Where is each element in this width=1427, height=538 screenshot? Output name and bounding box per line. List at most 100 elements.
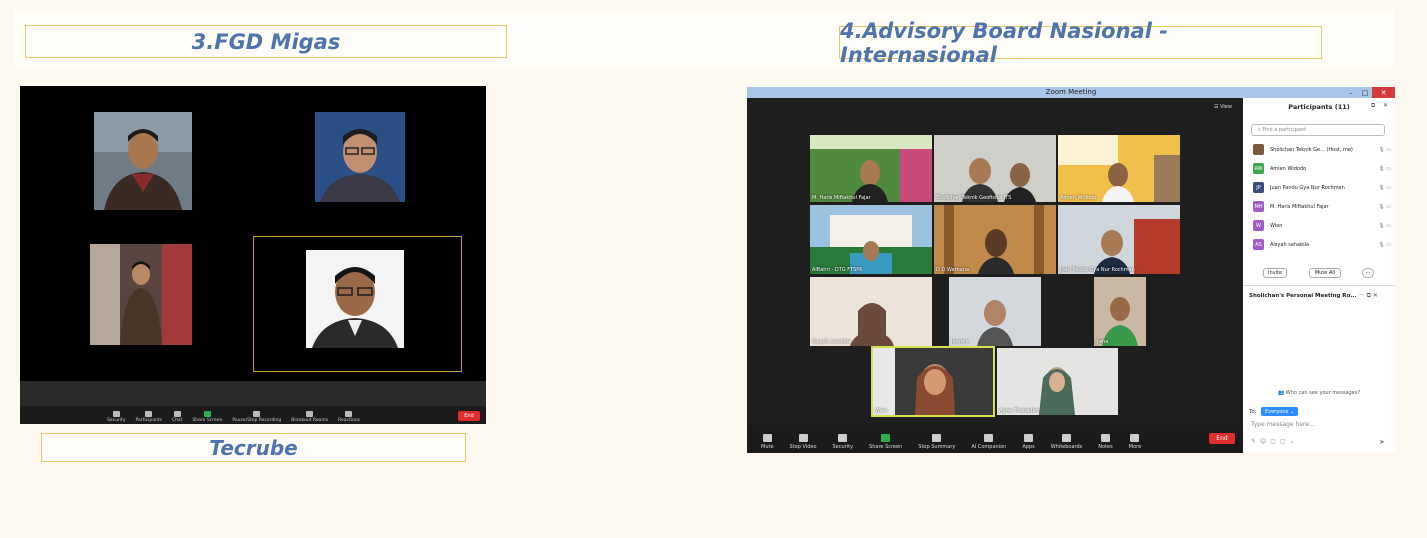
more-dots-icon [1130, 434, 1140, 442]
avatar: AW [1253, 163, 1264, 174]
people-icon [145, 411, 153, 417]
close-panel-icon[interactable]: ✕ [1383, 102, 1388, 109]
search-placeholder: Find a participant [1262, 127, 1307, 133]
notes-label: Notes [1098, 444, 1113, 450]
chat-recipient-select[interactable]: Everyone ⌄ [1261, 407, 1299, 416]
send-icon[interactable]: ➤ [1379, 438, 1385, 446]
whiteboards-button[interactable]: Whiteboards [1043, 434, 1091, 453]
filmstrip-bar [20, 381, 486, 406]
stop-video-label: Stop Video [789, 444, 817, 450]
participant-name: M. Haris Miftakhul Fajar [1270, 203, 1329, 210]
mic-camera-icons: 🎙 ▭ [1378, 241, 1391, 248]
stop-summary-button[interactable]: Stop Summary [910, 434, 963, 453]
tile-name: Sholichan Teknik Geofisika ITS [936, 195, 1012, 201]
participant-row[interactable]: AW Amien Widodo 🎙 ▭ [1253, 161, 1391, 176]
participant-video-1 [94, 112, 192, 210]
apps-button[interactable]: Apps [1014, 434, 1042, 453]
participant-row[interactable]: W Wien 🎙 ▭ [1253, 218, 1391, 233]
more-button[interactable]: More [1121, 434, 1149, 453]
tile-name: Amien Widodo [1060, 195, 1097, 201]
chat-tools-icons[interactable]: ✎☺▢▢⌄ [1251, 438, 1299, 445]
chat-message-input[interactable]: Type message here... [1251, 421, 1315, 428]
tile-name: D D Warnana [936, 267, 970, 273]
mute-button[interactable]: Mute [753, 434, 782, 453]
pause-icon [253, 411, 261, 417]
view-button[interactable]: ☰ View [1214, 104, 1232, 110]
tile-name: yana [1096, 339, 1109, 345]
avatar: JP [1253, 182, 1264, 193]
security-label: Security [832, 444, 854, 450]
chat-to-label: To: [1249, 409, 1257, 415]
participant-search-input[interactable]: ⌕ Find a participant [1251, 124, 1385, 136]
stop-summary-label: Stop Summary [918, 444, 956, 450]
avatar: W [1253, 220, 1264, 231]
tile-name: Agnis Triahadini [999, 408, 1039, 414]
more-options-button[interactable]: ··· [1362, 268, 1374, 278]
tile-name: Jeremy [951, 339, 969, 345]
gallery-tile: Sholichan Teknik Geofisika ITS [934, 135, 1056, 202]
invite-button[interactable]: Invite [1263, 268, 1287, 278]
window-titlebar: Zoom Meeting – □ ✕ [747, 87, 1395, 98]
participant-video-2 [315, 112, 405, 202]
tile-name: AlBahri - DTG FTSPK [812, 267, 863, 273]
end-meeting-button[interactable]: End [458, 411, 480, 421]
mute-all-button[interactable]: Mute All [1309, 268, 1341, 278]
participant-row[interactable]: MH M. Haris Miftakhul Fajar 🎙 ▭ [1253, 199, 1391, 214]
participant-name: Amien Widodo [1270, 165, 1307, 172]
minimize-icon[interactable]: – [1344, 87, 1358, 98]
notes-button[interactable]: Notes [1090, 434, 1120, 453]
gallery-tile: Juan Pandu Gya Nur Rochman [1058, 205, 1180, 274]
participant-row[interactable]: AS Aisyah sahabila 🎙 ▭ [1253, 237, 1391, 252]
security-button[interactable]: Security [102, 411, 130, 424]
gallery-tile: yana [1094, 277, 1146, 346]
share-screen-button[interactable]: Share Screen [861, 434, 910, 453]
security-button[interactable]: Security [825, 434, 862, 453]
caption-tecrube: Tecrube [41, 433, 466, 462]
mic-camera-icons: 🎙 ▭ [1378, 184, 1391, 191]
notes-icon [1101, 434, 1111, 442]
title-fgd-migas: 3.FGD Migas [25, 25, 507, 58]
maximize-icon[interactable]: □ [1358, 87, 1372, 98]
share-screen-icon [203, 411, 211, 417]
popout-icon[interactable]: ⧉ [1371, 102, 1375, 110]
stop-video-button[interactable]: Stop Video [782, 434, 825, 453]
participants-label: Participants [135, 418, 162, 423]
recording-button[interactable]: Pause/Stop Recording [227, 411, 286, 424]
reactions-button[interactable]: Reactions [333, 411, 365, 424]
participant-name: Wien [1270, 222, 1283, 229]
gallery-tile: Amien Widodo [1058, 135, 1180, 202]
breakout-rooms-button[interactable]: Breakout Rooms [286, 411, 333, 424]
document-icon [932, 434, 942, 442]
chat-header: Sholichan's Personal Meeting Ro... [1249, 293, 1357, 299]
zoom-screenshot-advisory: Zoom Meeting – □ ✕ ☰ View M. Haris Mifta… [747, 87, 1395, 453]
chat-button[interactable]: Chat [167, 411, 188, 424]
share-screen-button[interactable]: Share Screen [187, 411, 227, 424]
gallery-tile: M. Haris Miftakhul Fajar [810, 135, 932, 202]
gallery-tile: D D Warnana [934, 205, 1056, 274]
participant-name: Juan Pandu Gya Nur Rochman [1270, 184, 1345, 191]
mic-camera-icons: 🎙 ▭ [1378, 146, 1391, 153]
chat-icon [173, 411, 181, 417]
gallery-tile-active-speaker: Wien [871, 346, 995, 417]
window-title: Zoom Meeting [1045, 88, 1097, 96]
close-window-icon[interactable]: ✕ [1372, 87, 1395, 98]
gallery-tile: Aisyah sahabila [810, 277, 932, 346]
sparkle-icon [984, 434, 994, 442]
tile-name: M. Haris Miftakhul Fajar [812, 195, 871, 201]
participant-row[interactable]: JP Juan Pandu Gya Nur Rochman 🎙 ▭ [1253, 180, 1391, 195]
tile-name: Aisyah sahabila [812, 339, 852, 345]
participants-button[interactable]: Participants [130, 411, 166, 424]
participant-video-4 [306, 250, 404, 348]
zoom-screenshot-fgd: Security Participants Chat Share Screen … [20, 86, 486, 424]
recording-label: Pause/Stop Recording [232, 418, 282, 423]
chat-options-icons[interactable]: ··· ⧉ ✕ [1359, 292, 1378, 300]
reactions-label: Reactions [338, 418, 360, 423]
side-panel: Participants (11) ⧉ ✕ ⌕ Find a participa… [1243, 98, 1395, 453]
end-meeting-button[interactable]: End [1209, 433, 1235, 444]
message-visibility-link[interactable]: 👥 Who can see your messages? [1243, 390, 1395, 396]
share-screen-label: Share Screen [192, 418, 223, 423]
tile-name: Wien [875, 408, 888, 414]
ai-companion-button[interactable]: AI Companion [963, 434, 1014, 453]
mic-camera-icons: 🎙 ▭ [1378, 222, 1391, 229]
participant-row[interactable]: Sholichan Teknik Ge... (Host, me) 🎙 ▭ [1253, 142, 1391, 157]
